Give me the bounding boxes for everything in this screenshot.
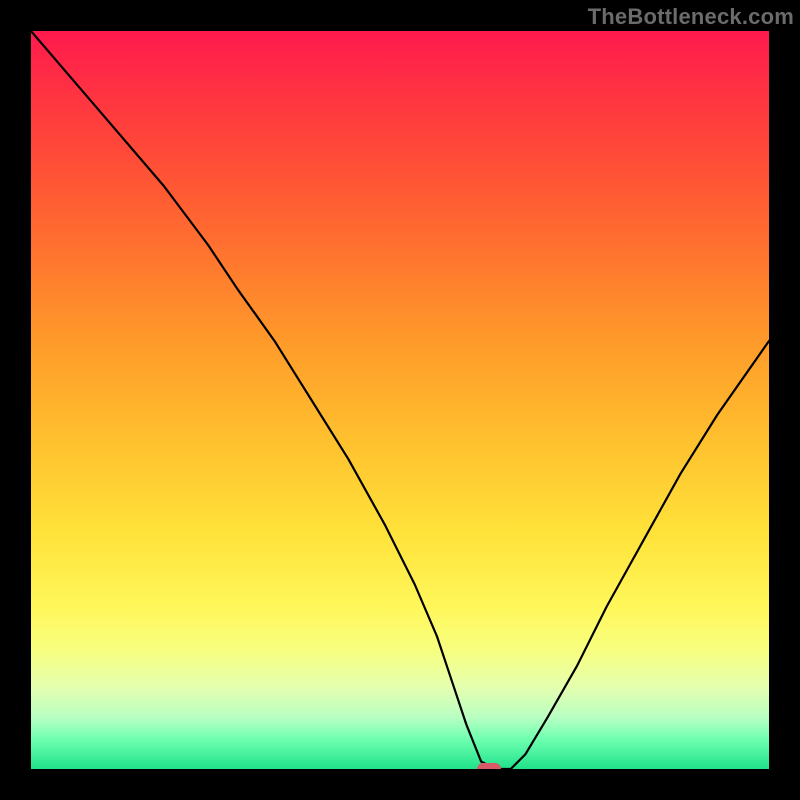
plot-area bbox=[31, 31, 769, 769]
bottleneck-curve bbox=[31, 31, 769, 769]
optimal-point-marker bbox=[477, 763, 501, 769]
chart-frame: TheBottleneck.com bbox=[0, 0, 800, 800]
watermark-text: TheBottleneck.com bbox=[588, 4, 794, 30]
